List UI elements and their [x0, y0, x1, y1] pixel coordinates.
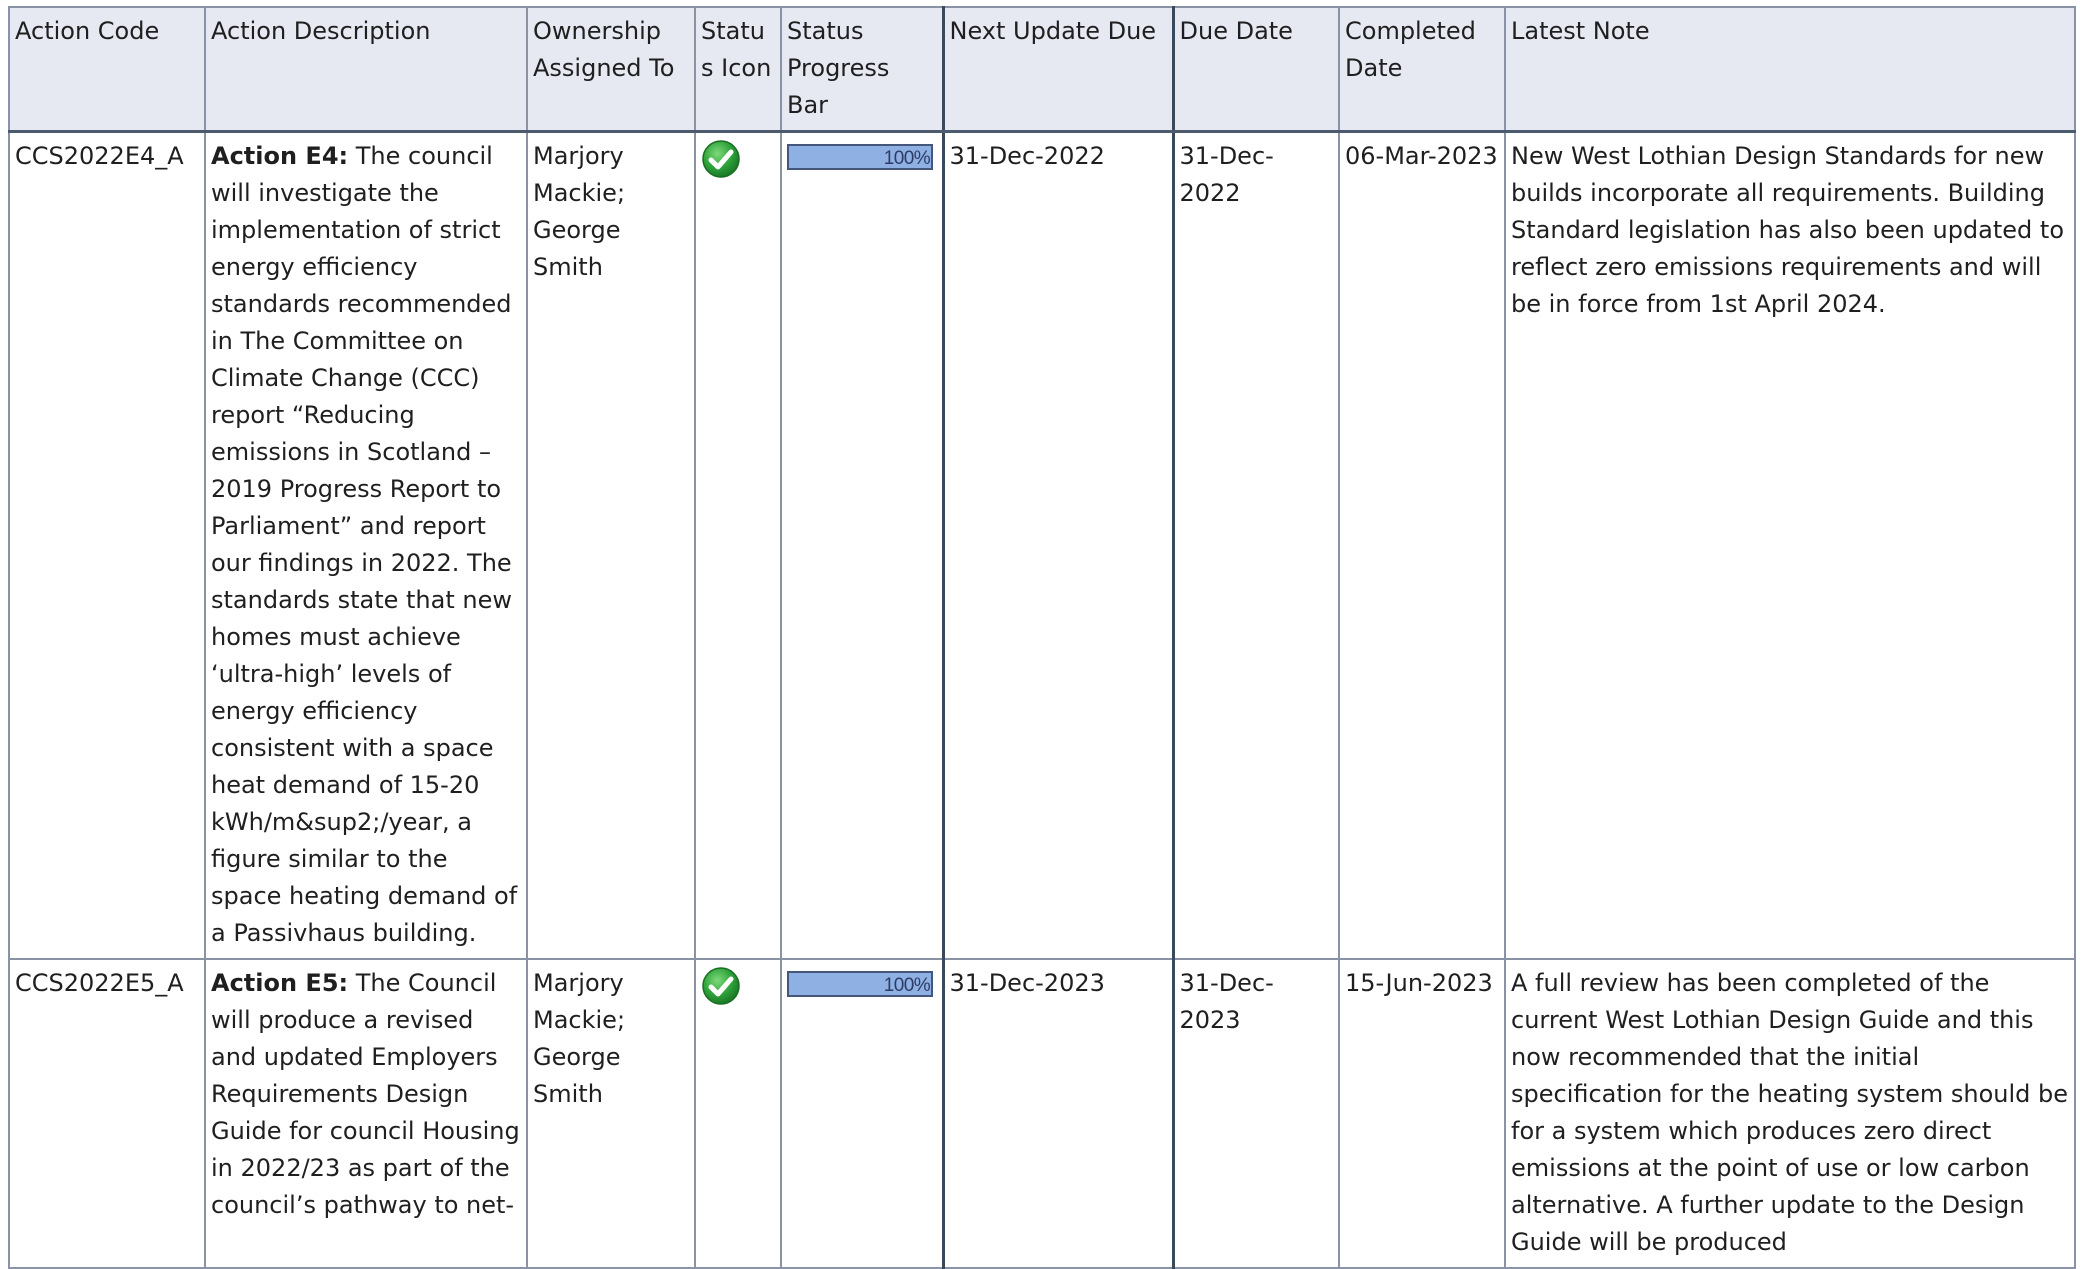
header-completed-date: Completed Date	[1338, 6, 1506, 133]
progress-bar: 100%	[787, 144, 933, 170]
action-text: The Council will produce a revised and u…	[211, 969, 520, 1219]
status-progress-cell: 100%	[780, 130, 944, 960]
next-update-due-cell: 31-Dec-2022	[941, 130, 1174, 960]
latest-note-cell: A full review has been completed of the …	[1504, 958, 2076, 1269]
action-description-cell: Action E5: The Council will produce a re…	[204, 958, 528, 1269]
header-ownership: Ownership Assigned To	[526, 6, 696, 133]
due-date-cell: 31-Dec-2023	[1171, 958, 1340, 1269]
header-action-code: Action Code	[8, 6, 206, 133]
next-update-due-cell: 31-Dec-2023	[941, 958, 1174, 1269]
header-row: Action Code Action Description Ownership…	[8, 6, 2076, 133]
action-text: The council will investigate the impleme…	[211, 142, 518, 947]
progress-label: 100%	[883, 975, 931, 996]
owner-cell: Marjory Mackie; George Smith	[526, 130, 696, 960]
green-check-icon	[701, 966, 741, 1006]
header-action-description: Action Description	[204, 6, 528, 133]
table-row: CCS2022E5_A Action E5: The Council will …	[8, 958, 2076, 1269]
owner-cell: Marjory Mackie; George Smith	[526, 958, 696, 1269]
action-label: Action E5:	[211, 969, 349, 997]
green-check-icon	[701, 139, 741, 179]
header-latest-note: Latest Note	[1504, 6, 2076, 133]
header-status-progress-bar: Status Progress Bar	[780, 6, 944, 133]
latest-note-cell: New West Lothian Design Standards for ne…	[1504, 130, 2076, 960]
status-progress-cell: 100%	[780, 958, 944, 1269]
action-description-cell: Action E4: The council will investigate …	[204, 130, 528, 960]
action-code-cell: CCS2022E4_A	[8, 130, 206, 960]
completed-date-cell: 06-Mar-2023	[1338, 130, 1506, 960]
progress-bar: 100%	[787, 971, 933, 997]
header-status-icon: Status Icon	[694, 6, 782, 133]
header-due-date: Due Date	[1171, 6, 1340, 133]
actions-table: Action Code Action Description Ownership…	[8, 6, 2076, 1269]
status-icon-cell	[694, 958, 782, 1269]
table-row: CCS2022E4_A Action E4: The council will …	[8, 130, 2076, 960]
completed-date-cell: 15-Jun-2023	[1338, 958, 1506, 1269]
status-icon-cell	[694, 130, 782, 960]
action-code-cell: CCS2022E5_A	[8, 958, 206, 1269]
progress-label: 100%	[883, 148, 931, 169]
due-date-cell: 31-Dec-2022	[1171, 130, 1340, 960]
header-next-update-due: Next Update Due	[941, 6, 1174, 133]
action-label: Action E4:	[211, 142, 349, 170]
